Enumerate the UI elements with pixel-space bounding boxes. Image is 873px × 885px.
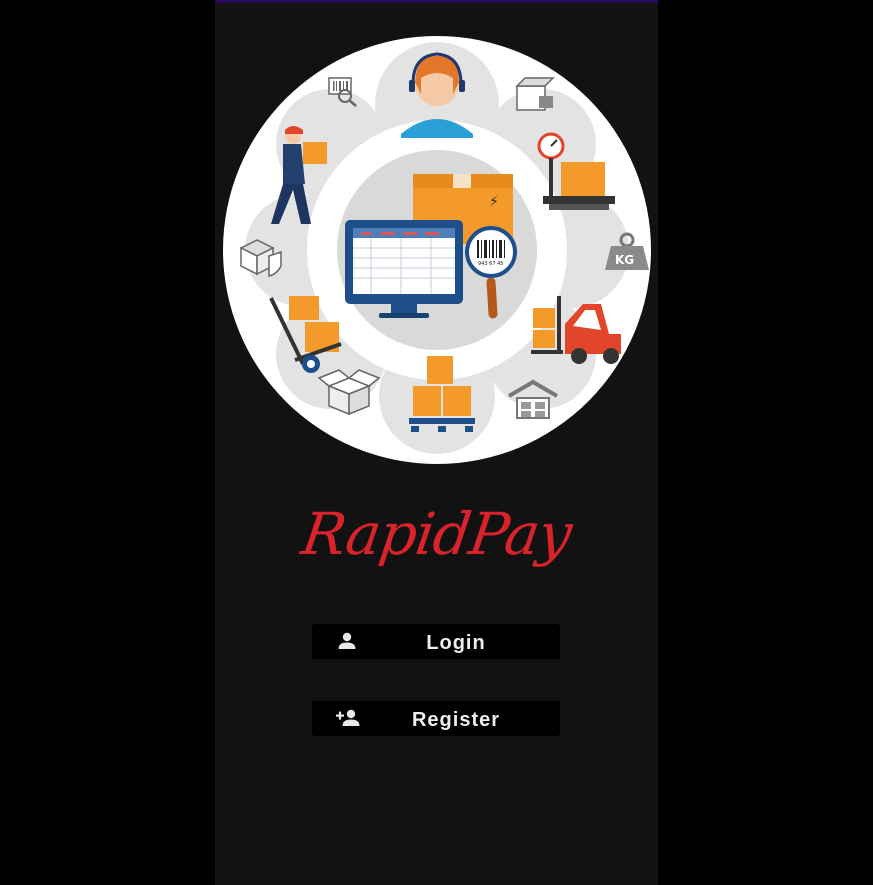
- login-button[interactable]: Login: [312, 624, 560, 659]
- svg-text:⚡: ⚡: [489, 194, 499, 210]
- login-label: Login: [426, 632, 486, 654]
- app-screen: ⚡ 943 67 45 KG RapidPay Login Register: [215, 0, 658, 885]
- register-button[interactable]: Register: [312, 701, 560, 736]
- kg-label: KG: [615, 253, 634, 267]
- monitor-icon: [345, 220, 463, 318]
- barcode-text: 943 67 45: [478, 261, 503, 267]
- logistics-illustration: ⚡ 943 67 45 KG: [221, 34, 653, 466]
- status-bar: [215, 0, 658, 3]
- register-label: Register: [411, 709, 501, 731]
- app-logo-text: RapidPay: [297, 500, 576, 568]
